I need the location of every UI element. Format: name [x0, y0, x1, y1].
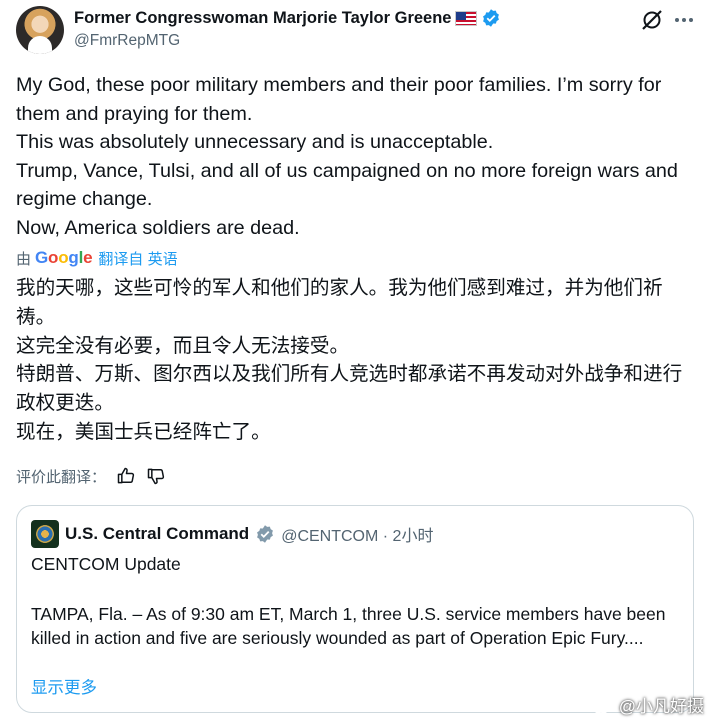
- rate-translation-row: 评价此翻译：: [16, 464, 166, 488]
- tweet-header: Former Congresswoman Marjorie Taylor Gre…: [16, 6, 700, 56]
- quoted-tweet-header: U.S. Central Command @CENTCOM · 2小时: [31, 520, 433, 548]
- quoted-author-handle-time: @CENTCOM · 2小时: [281, 528, 434, 545]
- tweet-text: My God, these poor military members and …: [16, 71, 696, 243]
- tweet-line: Now, America soldiers are dead.: [16, 216, 300, 239]
- quoted-tweet-card[interactable]: U.S. Central Command @CENTCOM · 2小时 CENT…: [16, 505, 694, 713]
- tweet-line: Trump, Vance, Tulsi, and all of us campa…: [16, 159, 684, 211]
- show-more-link[interactable]: 显示更多: [31, 674, 97, 698]
- tweet-line: My God, these poor military members and …: [16, 74, 667, 125]
- rate-translation-label: 评价此翻译：: [16, 468, 107, 486]
- translated-from-link[interactable]: 翻译自 英语: [98, 248, 177, 269]
- grok-icon[interactable]: [640, 8, 664, 32]
- google-logo: Google: [35, 248, 93, 267]
- thumbs-up-icon[interactable]: [116, 466, 136, 486]
- quoted-tweet-title: CENTCOM Update: [31, 554, 181, 574]
- more-icon[interactable]: [672, 8, 696, 32]
- translated-line: 这完全没有必要，而且令人无法接受。: [16, 333, 350, 357]
- verified-badge-icon[interactable]: [481, 8, 501, 28]
- translated-line: 我的天哪，这些可怜的军人和他们的家人。我为他们感到难过，并为他们祈祷。: [16, 276, 663, 328]
- translation-prefix: 由: [16, 250, 32, 268]
- tweet-line: This was absolutely unnecessary and is u…: [16, 131, 494, 154]
- author-display-name[interactable]: Former Congresswoman Marjorie Taylor Gre…: [74, 9, 451, 28]
- centcom-avatar[interactable]: [31, 520, 59, 548]
- weibo-icon: [591, 695, 615, 715]
- gray-verified-badge-icon: [255, 524, 275, 544]
- translated-line: 特朗普、万斯、图尔西以及我们所有人竞选时都承诺不再发动对外战争和进行政权更迭。: [16, 362, 683, 415]
- us-flag-icon: [455, 10, 478, 26]
- avatar[interactable]: [16, 6, 64, 54]
- translation-attribution: 由 Google 翻译自 英语: [16, 248, 178, 268]
- translated-line: 现在，美国士兵已经阵亡了。: [16, 419, 271, 443]
- quoted-author-name: U.S. Central Command: [65, 524, 250, 543]
- thumbs-down-icon[interactable]: [146, 466, 166, 486]
- quoted-tweet-body: TAMPA, Fla. – As of 9:30 am ET, March 1,…: [31, 604, 666, 648]
- translated-text: 我的天哪，这些可怜的军人和他们的家人。我为他们感到难过，并为他们祈祷。 这完全没…: [16, 274, 696, 447]
- author-name-row: Former Congresswoman Marjorie Taylor Gre…: [74, 8, 501, 28]
- author-handle[interactable]: @FmrRepMTG: [74, 32, 180, 50]
- watermark-text: @小凡好摄: [618, 697, 704, 716]
- weibo-watermark: @小凡好摄: [591, 692, 704, 717]
